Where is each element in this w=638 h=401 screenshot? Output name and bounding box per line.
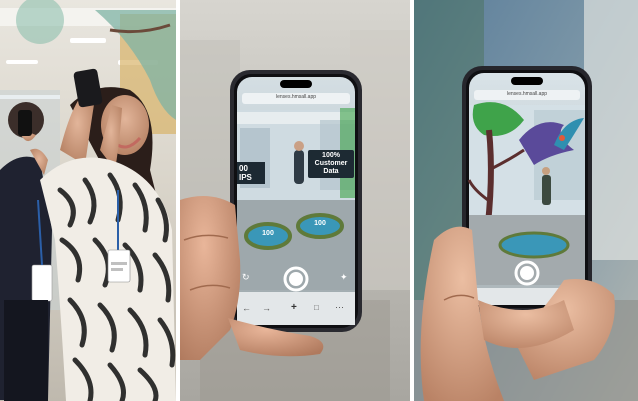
refresh-icon[interactable]: ↻ bbox=[242, 272, 250, 283]
photo-panel-3: lenses.hmsall.app bbox=[414, 0, 638, 401]
tabs-icon[interactable]: □ bbox=[314, 303, 319, 312]
ar-label-right-line3: Data bbox=[323, 168, 339, 175]
phone-url-text: lenses.hmsall.app bbox=[275, 94, 317, 100]
office-scene-illustration bbox=[0, 0, 176, 401]
photo-panel-2: lenses.hmsall.app 100% Customer Data 00 … bbox=[180, 0, 410, 401]
back-arrow-icon[interactable]: ← bbox=[242, 303, 251, 313]
ar-pool-badge-left: 100 bbox=[262, 230, 274, 237]
forward-arrow-icon[interactable]: → bbox=[262, 303, 271, 313]
share-icon[interactable]: ✦ bbox=[340, 272, 348, 283]
ar-label-right-line1: 100% bbox=[322, 152, 340, 159]
phone-ar-scene-2 bbox=[414, 0, 638, 401]
menu-icon[interactable]: ⋯ bbox=[335, 302, 344, 313]
ar-label-left-line1: 00 bbox=[239, 164, 248, 173]
ar-label-right: 100% Customer Data bbox=[308, 150, 354, 178]
capture-button-icon[interactable] bbox=[516, 262, 538, 284]
ar-label-right-line2: Customer bbox=[314, 160, 348, 167]
ar-label-left: 00 IPS bbox=[237, 162, 265, 184]
photo-collage: lenses.hmsall.app 100% Customer Data 00 … bbox=[0, 0, 638, 401]
divider-2 bbox=[410, 0, 414, 401]
phone-url-text: lenses.hmsall.app bbox=[506, 91, 548, 97]
capture-button-icon[interactable] bbox=[285, 268, 307, 290]
photo-panel-1 bbox=[0, 0, 176, 401]
phone-ar-scene-1 bbox=[180, 0, 410, 401]
ar-label-left-line2: IPS bbox=[239, 173, 252, 182]
ar-pool-badge-right: 100 bbox=[314, 220, 326, 227]
add-icon[interactable]: + bbox=[291, 302, 297, 313]
divider-1 bbox=[176, 0, 180, 401]
